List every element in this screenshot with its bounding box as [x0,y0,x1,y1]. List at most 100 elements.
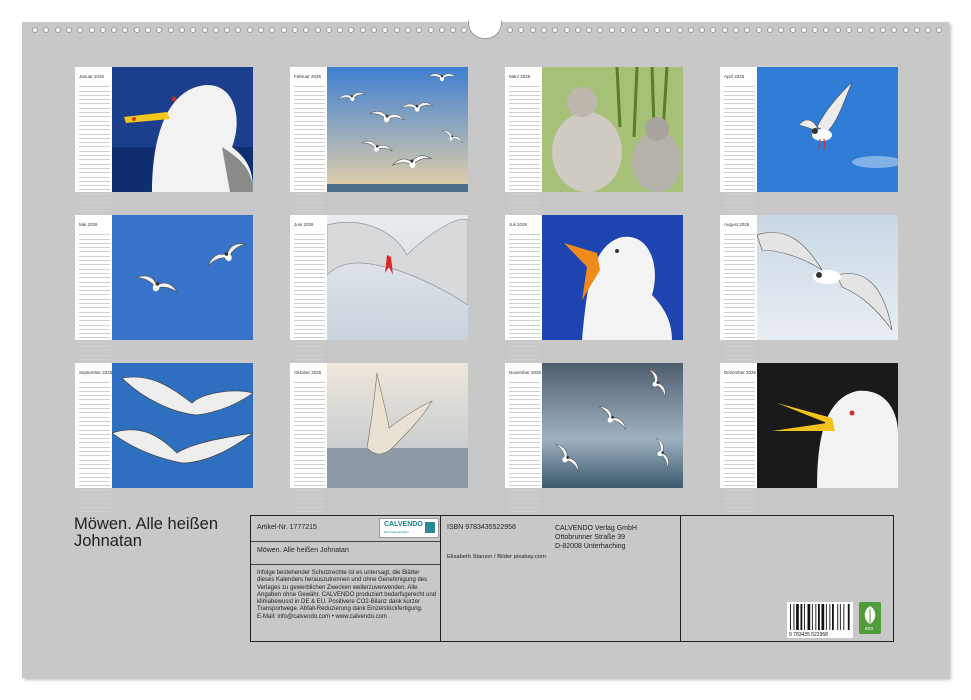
binding-hole [404,27,411,33]
binding-hole [438,27,445,33]
binding-hole [111,27,118,33]
month-calendar-column: März 2026 [505,67,543,217]
month-calendar-column: Juli 2026 [505,215,543,365]
binding-hole [766,27,773,33]
binding-hole [755,27,762,33]
binding-hole [778,27,785,33]
binding-hole [507,27,513,33]
binding-hole [540,27,547,33]
info-column-left: Artikel-Nr. 1777215 CALVENDO Das Kalende… [251,516,441,641]
month-name: Februar 2026 [294,74,322,79]
binding-hole [122,27,129,33]
binding-hole [879,27,886,33]
binding-hole [586,27,593,33]
binding-hole [913,27,920,33]
month-calendar-column: August 2026 [720,215,758,365]
binding-hole [325,27,332,33]
binding-hole [676,27,683,33]
day-lines [294,83,325,217]
month-calendar-column: Oktober 2026 [290,363,328,513]
month-name: April 2026 [724,74,745,79]
binding-hole [597,27,604,33]
month-calendar-column: September 2026 [75,363,113,513]
binding-hole [529,27,536,33]
binding-hole [77,27,84,33]
calendar-subtitle: Möwen. Alle heißen Johnatan [257,547,349,554]
month-photo [542,215,683,340]
day-lines [509,83,540,217]
month-page: Februar 2026 [290,67,468,217]
binding-hole [212,27,219,33]
binding-hole [416,27,423,33]
binding-hole [371,27,377,33]
month-calendar-column: April 2026 [720,67,758,217]
binding-hole [552,27,559,33]
binding-hole [178,27,185,33]
binding-hole [156,27,163,33]
binding-hole [834,27,841,33]
isbn: ISBN 9783435522958 [447,524,516,531]
contact-text: E-Mail: info@calvendo.com • www.calvendo… [257,613,387,620]
month-name: März 2026 [509,74,531,79]
binding-hole [133,27,140,33]
binding-hole [337,27,344,33]
month-page: April 2026 [720,67,898,217]
binding-hole [269,27,276,33]
binding-hole [167,27,174,33]
day-lines [294,231,325,365]
month-name: Juni 2026 [294,222,314,227]
binding-hole [145,27,151,33]
month-calendar-column: Februar 2026 [290,67,328,217]
binding-hole [721,27,728,33]
binding-hole [710,27,717,33]
binding-hole [857,27,864,33]
month-page: Januar 2026 [75,67,253,217]
binding-hole [258,27,264,33]
day-lines [294,379,325,513]
binding-hole [653,27,660,33]
binding-hole [891,27,898,33]
eco-badge: eco [859,602,881,634]
binding-hole [382,27,389,33]
binding-hole [902,27,909,33]
binding-hole [303,27,310,33]
binding-hole [699,27,706,33]
day-lines [724,379,755,513]
article-number: Artikel-Nr. 1777215 [257,524,317,531]
binding-hole [450,27,457,33]
binding-hole [789,27,796,33]
month-calendar-column: Januar 2026 [75,67,113,217]
day-lines [79,83,110,217]
barcode: 9 783435 522958 [787,602,853,638]
month-page: Dezember 2026 [720,363,898,513]
binding-hole [687,27,694,33]
month-photo [327,67,468,192]
binding-hole [823,27,830,33]
month-photo [757,67,898,192]
binding-hole [190,27,197,33]
binding-hole [642,27,649,33]
binding-hole [235,27,242,33]
day-lines [79,379,110,513]
binding-hole [88,27,95,33]
day-lines [509,379,540,513]
binding-hole [359,27,366,33]
binding-hole [574,27,581,33]
binding-hole [936,27,943,33]
month-photo [327,363,468,488]
binding-hole [925,27,932,33]
binding-hole [32,27,38,33]
month-name: August 2026 [724,222,750,227]
binding-hole [665,27,672,33]
month-name: Oktober 2026 [294,370,322,375]
binding-hole [314,27,321,33]
month-page: August 2026 [720,215,898,365]
month-name: September 2026 [79,370,113,375]
legal-text: Infolge bestehender Schutzrechte ist es … [257,570,436,620]
binding-hole [846,27,852,33]
month-page: Mai 2026 [75,215,253,365]
month-page: November 2026 [505,363,683,513]
month-calendar-column: Dezember 2026 [720,363,758,513]
barcode-number: 9 783435 522958 [789,632,828,638]
binding-hole [393,27,400,33]
